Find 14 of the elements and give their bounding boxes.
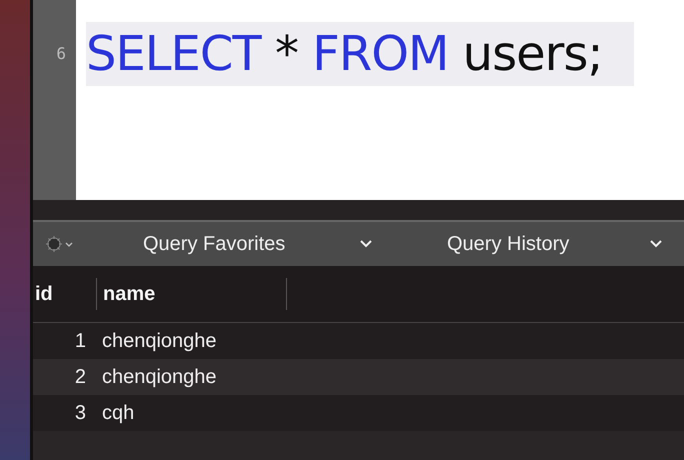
column-header[interactable]: id — [33, 282, 96, 306]
table-cell-text: 2 — [74, 366, 87, 388]
table-cell-text: cqh — [101, 402, 136, 424]
chevron-down-icon — [649, 239, 663, 249]
table-cell-text: 3 — [74, 402, 87, 424]
settings-icon — [45, 235, 75, 253]
query-history-dropdown[interactable]: Query History — [387, 232, 677, 256]
line-number: 6 — [56, 43, 66, 65]
table-cell-text: chenqionghe — [101, 330, 218, 352]
query-favorites-dropdown[interactable]: Query Favorites — [113, 232, 387, 256]
column-header[interactable]: name — [96, 278, 286, 310]
table-cell-text: 1 — [74, 330, 87, 352]
table-cell-text: chenqionghe — [101, 366, 218, 388]
chevron-down-icon — [359, 239, 373, 249]
